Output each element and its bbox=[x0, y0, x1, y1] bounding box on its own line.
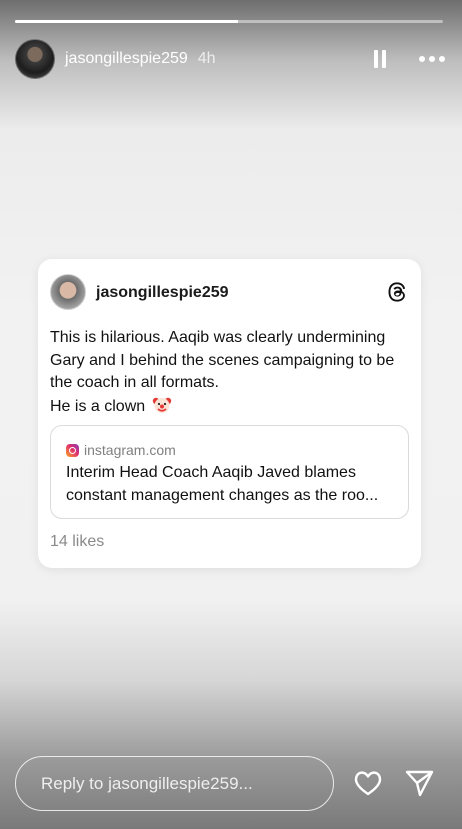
send-icon[interactable] bbox=[403, 767, 435, 799]
link-preview[interactable]: instagram.com Interim Head Coach Aaqib J… bbox=[50, 425, 409, 519]
link-title: Interim Head Coach Aaqib Javed blames co… bbox=[66, 462, 398, 507]
link-title-line: Interim Head Coach Aaqib Javed blames bbox=[66, 464, 356, 481]
link-title-line: constant management changes as the roo..… bbox=[66, 486, 379, 504]
post-text-line: This is hilarious. Aaqib was clearly und… bbox=[50, 329, 386, 346]
instagram-icon bbox=[66, 443, 79, 457]
post-text-line: He is a clown bbox=[50, 397, 146, 415]
post-text-line-last: He is a clown bbox=[50, 395, 412, 419]
link-source: instagram.com bbox=[66, 442, 176, 458]
threads-icon bbox=[388, 282, 406, 302]
story-username[interactable]: jasongillespie259 bbox=[65, 50, 188, 68]
clown-emoji-icon bbox=[152, 397, 171, 413]
shared-post-card[interactable]: jasongillespie259 This is hilarious. Aaq… bbox=[38, 259, 421, 568]
story-timestamp: 4h bbox=[197, 50, 216, 67]
pause-icon[interactable] bbox=[369, 48, 391, 70]
story-header: jasongillespie259 4h bbox=[15, 38, 447, 80]
post-text: This is hilarious. Aaqib was clearly und… bbox=[50, 327, 412, 418]
post-avatar bbox=[50, 274, 86, 310]
reply-input[interactable] bbox=[15, 756, 334, 811]
post-text-line: Gary and I behind the scenes campaigning… bbox=[50, 351, 395, 369]
story-progress-bar bbox=[15, 20, 443, 23]
story-progress-fill bbox=[15, 20, 238, 23]
post-username: jasongillespie259 bbox=[96, 284, 229, 301]
avatar[interactable] bbox=[15, 39, 55, 79]
link-source-label: instagram.com bbox=[84, 442, 176, 458]
likes-count: 14 likes bbox=[50, 533, 105, 550]
heart-icon[interactable] bbox=[352, 767, 384, 799]
more-dots-icon[interactable] bbox=[417, 56, 447, 62]
post-text-line: the coach in all formats. bbox=[50, 374, 219, 391]
